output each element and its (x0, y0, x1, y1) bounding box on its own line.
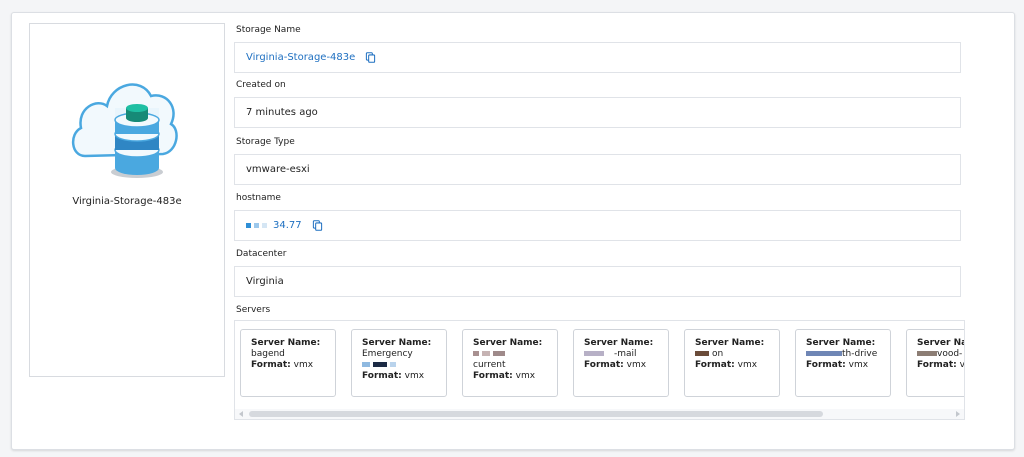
copy-icon[interactable] (312, 220, 323, 231)
storage-name-value[interactable]: Virginia-Storage-483e (246, 52, 355, 63)
redacted-block (917, 351, 937, 356)
server-format: vmx (515, 371, 536, 381)
copy-icon[interactable] (365, 52, 376, 63)
server-name: bagend (251, 349, 285, 359)
server-card[interactable]: Server Nam vood- Format: vm (906, 329, 965, 397)
redacted-block (695, 351, 709, 356)
datacenter-label: Datacenter (236, 249, 287, 259)
hostname-field: 34.77 (234, 210, 961, 241)
storage-summary-panel: Virginia-Storage-483e (29, 23, 225, 377)
server-card[interactable]: Server Name: -mail Format: vmx (573, 329, 669, 397)
redacted-block (362, 360, 436, 371)
scroll-right-icon[interactable] (956, 411, 960, 417)
server-card[interactable]: Server Name: on Format: vmx (684, 329, 780, 397)
server-format-label: Format: (695, 360, 735, 370)
storage-type-value: vmware-esxi (246, 164, 310, 175)
redacted-block (254, 223, 259, 228)
server-format-label: Format: (473, 371, 513, 381)
server-name: vood- (937, 349, 963, 359)
storage-type-label: Storage Type (236, 137, 295, 147)
server-name: -mail (614, 349, 637, 359)
server-name-label: Server Name: (584, 338, 654, 348)
created-on-field: 7 minutes ago (234, 97, 961, 128)
hostname-label: hostname (236, 193, 281, 203)
server-format: vm (959, 360, 965, 370)
server-format-label: Format: (806, 360, 846, 370)
created-on-label: Created on (236, 80, 286, 90)
redacted-block (246, 223, 251, 228)
redacted-block (473, 349, 547, 360)
storage-detail-card: Virginia-Storage-483e Storage Name Virgi… (11, 12, 1015, 450)
horizontal-scrollbar[interactable] (235, 409, 964, 419)
datacenter-value: Virginia (246, 276, 284, 287)
server-format-label: Format: (917, 360, 957, 370)
servers-carousel: Server Name: bagend Format: vmx Server N… (234, 320, 965, 420)
server-format: vmx (293, 360, 314, 370)
scroll-left-icon[interactable] (239, 411, 243, 417)
server-card[interactable]: Server Name: Emergency Format: vmx (351, 329, 447, 397)
server-format: vmx (404, 371, 425, 381)
server-name: Emergency (362, 349, 413, 359)
storage-type-field: vmware-esxi (234, 154, 961, 185)
server-card[interactable]: Server Name: current Format: vmx (462, 329, 558, 397)
server-name: current (473, 360, 506, 370)
server-name-label: Server Name: (251, 338, 321, 348)
hostname-value[interactable]: 34.77 (273, 220, 302, 231)
created-on-value: 7 minutes ago (246, 107, 318, 118)
redacted-block (262, 223, 267, 228)
server-card[interactable]: Server Name: bagend Format: vmx (240, 329, 336, 397)
storage-name-label: Storage Name (236, 25, 301, 35)
scrollbar-thumb[interactable] (249, 411, 823, 417)
servers-label: Servers (236, 305, 271, 315)
server-name-label: Server Name: (695, 338, 765, 348)
redacted-block (584, 351, 604, 356)
server-format: vmx (626, 360, 647, 370)
server-format: vmx (848, 360, 869, 370)
server-card[interactable]: Server Name: th-drive Format: vmx (795, 329, 891, 397)
server-name-label: Server Nam (917, 338, 964, 348)
server-name-label: Server Name: (362, 338, 432, 348)
server-format-label: Format: (362, 371, 402, 381)
cloud-database-icon (72, 83, 178, 178)
server-name-label: Server Name: (806, 338, 876, 348)
storage-display-name: Virginia-Storage-483e (72, 196, 182, 207)
datacenter-field: Virginia (234, 266, 961, 297)
server-format-label: Format: (584, 360, 624, 370)
server-format: vmx (737, 360, 758, 370)
redacted-block (806, 351, 842, 356)
server-name: on (712, 349, 724, 359)
storage-name-field: Virginia-Storage-483e (234, 42, 961, 73)
server-format-label: Format: (251, 360, 291, 370)
server-name-label: Server Name: (473, 338, 543, 348)
server-name: th-drive (842, 349, 878, 359)
